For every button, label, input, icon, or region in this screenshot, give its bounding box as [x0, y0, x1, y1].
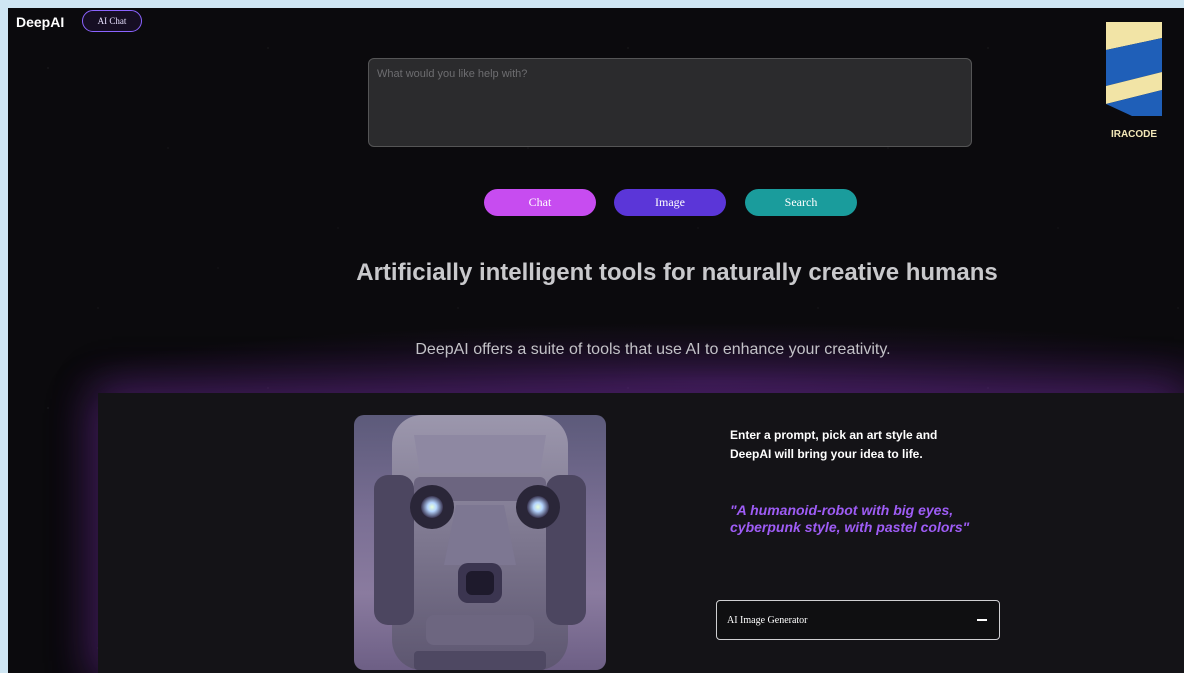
iracode-logo: IRACODE	[1102, 20, 1166, 140]
chat-mode-button[interactable]: Chat	[484, 189, 596, 216]
robot-face-image	[354, 415, 606, 670]
search-mode-button[interactable]: Search	[745, 189, 857, 216]
hero-subline: DeepAI offers a suite of tools that use …	[415, 341, 891, 358]
tool-select[interactable]: AI Image Generator	[716, 600, 1000, 640]
prompt-input[interactable]	[368, 58, 972, 147]
example-prompt: "A humanoid-robot with big eyes, cyberpu…	[730, 502, 970, 535]
tool-select-value: AI Image Generator	[727, 614, 808, 626]
feature-description: Enter a prompt, pick an art style and De…	[730, 428, 938, 461]
robot-face-icon	[374, 415, 586, 670]
minus-icon[interactable]	[977, 619, 987, 621]
ai-chat-button[interactable]: AI Chat	[82, 10, 142, 32]
iracode-watermark-text: IRACODE	[1110, 129, 1158, 140]
image-mode-button[interactable]: Image	[614, 189, 726, 216]
iracode-logo-icon	[1106, 22, 1162, 116]
hero-headline: Artificially intelligent tools for natur…	[356, 259, 998, 286]
feature-card	[98, 393, 1184, 673]
deepai-logo[interactable]: DeepAI	[16, 14, 64, 30]
page-frame: DeepAI AI Chat Chat Image Search Artific…	[8, 8, 1184, 673]
